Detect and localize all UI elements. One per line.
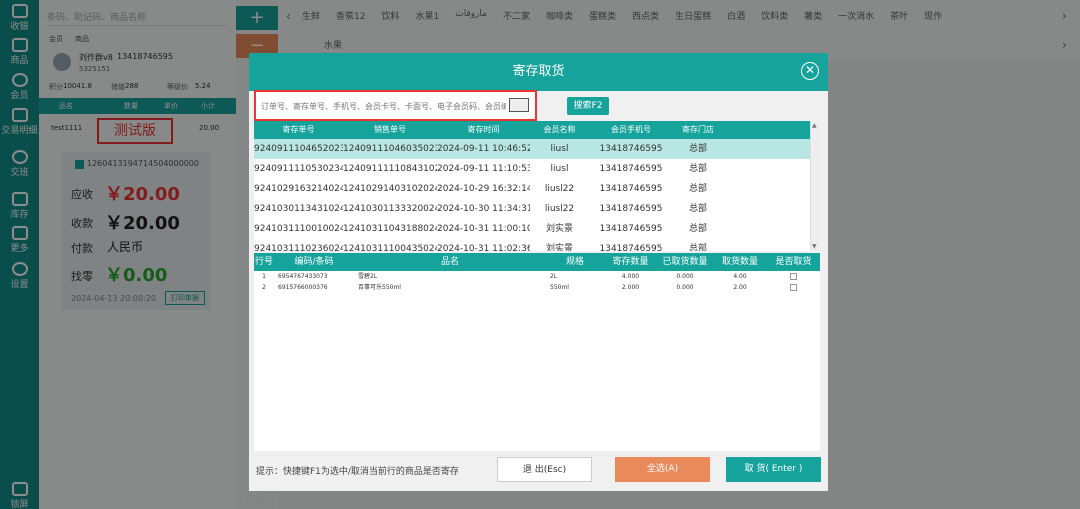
cell: 0.000: [676, 284, 694, 291]
cell: 总部: [688, 244, 707, 251]
cell: 2L: [550, 273, 558, 280]
cell: 92410301134310249000: [254, 204, 343, 214]
pickup-checkbox[interactable]: [790, 284, 797, 291]
cell: 0.000: [676, 273, 694, 280]
column-header: 是否取货: [775, 257, 812, 267]
cell[interactable]: 2.00: [713, 282, 767, 293]
column-header: 编码/条码: [294, 257, 334, 267]
cell: 1: [262, 273, 266, 280]
stored-items-table: 行号 编码/条码 品名 规格 寄存数量 已取货数量 取货数量 是否取货 1 69…: [254, 253, 820, 451]
search-box: [254, 90, 537, 121]
cell: 总部: [688, 184, 707, 194]
table-row[interactable]: 92409111046520234000 124091110460350234.…: [254, 139, 810, 159]
cell: 2024-10-31 11:00:10: [437, 224, 530, 234]
cell: 2.000: [621, 284, 640, 291]
cell: 总部: [688, 224, 707, 234]
cell: 总部: [688, 164, 707, 174]
cell: 2024-09-11 10:46:52: [437, 144, 530, 154]
table-row[interactable]: 92409111105302340004 124091111108431023.…: [254, 159, 810, 179]
cell: 6954767433073: [278, 273, 328, 280]
table-row[interactable]: 92410311100100249000 124103110431880249.…: [254, 219, 810, 239]
column-header: 销售单号: [374, 125, 406, 134]
cell: 2024-09-11 11:10:53: [437, 164, 530, 174]
cell: liusl22: [544, 204, 575, 214]
scroll-down-icon[interactable]: ▼: [812, 243, 817, 250]
column-header: 寄存门店: [682, 125, 714, 134]
storage-orders-table: 寄存单号 销售单号 寄存时间 会员名称 会员手机号 寄存门店 924091110…: [254, 121, 810, 251]
cell: liusl22: [544, 184, 575, 194]
cell: 13418746595: [599, 244, 663, 251]
dialog-title: 寄存取货: [512, 64, 565, 79]
cell: [767, 282, 820, 293]
column-header: 会员名称: [543, 125, 576, 134]
table-row[interactable]: 2 6915766000376 百事可乐550ml 550ml 2.000 0.…: [254, 282, 820, 293]
column-header: 寄存数量: [612, 257, 649, 267]
keyboard-icon[interactable]: [509, 98, 529, 112]
cell: 2024-10-29 16:32:14: [437, 184, 530, 194]
column-header: 寄存单号: [282, 125, 315, 134]
dialog-header: 寄存取货 ✕: [249, 53, 828, 91]
cell: 4.000: [621, 273, 640, 280]
cell: liusl: [550, 164, 569, 174]
cell: 124102914031020249...: [343, 184, 437, 194]
cell: 刘实景: [545, 244, 573, 251]
column-header: 行号: [254, 257, 273, 267]
cell: 92410311102360249000: [254, 244, 343, 251]
cell: 92409111105302340004: [254, 164, 343, 174]
cell: 13418746595: [599, 144, 663, 154]
cell[interactable]: 4.00: [713, 271, 767, 282]
cell: 13418746595: [599, 164, 663, 174]
cell: 2024-10-30 11:34:31: [437, 204, 530, 214]
orders-scrollbar[interactable]: ▲ ▼: [810, 121, 820, 251]
close-icon[interactable]: ✕: [801, 62, 819, 80]
cell: 92409111046520234000: [254, 144, 343, 154]
cell: 92410311100100249000: [254, 224, 343, 234]
cell: 124091110460350234...: [343, 144, 437, 154]
cell: 6915766000376: [278, 284, 328, 291]
cell: 刘实景: [545, 224, 573, 234]
shortcut-hint: 提示：快捷键F1为选中/取消当前行的商品是否寄存: [256, 467, 459, 477]
column-header: 取货数量: [721, 257, 758, 267]
table-header: 行号 编码/条码 品名 规格 寄存数量 已取货数量 取货数量 是否取货: [254, 253, 820, 271]
cell: 124091111108431023...: [343, 164, 437, 174]
column-header: 规格: [565, 257, 584, 267]
table-header: 寄存单号 销售单号 寄存时间 会员名称 会员手机号 寄存门店: [254, 121, 810, 139]
cell: 13418746595: [599, 184, 663, 194]
cell: [767, 271, 820, 282]
cell: 92410291632140249000: [254, 184, 343, 194]
table-row[interactable]: 92410291632140249000 124102914031020249.…: [254, 179, 810, 199]
column-header: 会员手机号: [611, 125, 651, 134]
table-row[interactable]: 92410301134310249000 124103011333200249.…: [254, 199, 810, 219]
cell: 百事可乐550ml: [358, 284, 401, 291]
cell: 雪碧2L: [358, 273, 378, 280]
cell: 总部: [688, 204, 707, 214]
cell: 总部: [688, 144, 707, 154]
search-input[interactable]: [261, 99, 506, 113]
cell: 550ml: [550, 284, 569, 291]
cell: 2024-10-31 11:02:36: [437, 244, 530, 251]
exit-button[interactable]: 退 出(Esc): [497, 457, 592, 482]
pickup-button[interactable]: 取 货( Enter ): [726, 457, 821, 482]
cell: 124103111004350249...: [343, 244, 437, 251]
storage-pickup-dialog: 寄存取货 ✕ 搜索F2 寄存单号 销售单号 寄存时间 会员名称 会员手机号 寄存…: [249, 53, 828, 491]
cell: 13418746595: [599, 224, 663, 234]
column-header: 品名: [440, 257, 459, 267]
table-row[interactable]: 1 6954767433073 雪碧2L 2L 4.000 0.000 4.00: [254, 271, 820, 282]
cell: 13418746595: [599, 204, 663, 214]
column-header: 寄存时间: [467, 125, 500, 134]
select-all-button[interactable]: 全选(A): [615, 457, 710, 482]
cell: 2: [262, 284, 266, 291]
cell: 124103011333200249...: [343, 204, 437, 214]
cell: liusl: [550, 144, 569, 154]
cell: 124103110431880249...: [343, 224, 437, 234]
table-row[interactable]: 92410311102360249000 124103111004350249.…: [254, 239, 810, 251]
column-header: 已取货数量: [662, 257, 708, 267]
scroll-up-icon[interactable]: ▲: [812, 122, 817, 129]
search-button[interactable]: 搜索F2: [567, 97, 609, 115]
pickup-checkbox[interactable]: [790, 273, 797, 280]
